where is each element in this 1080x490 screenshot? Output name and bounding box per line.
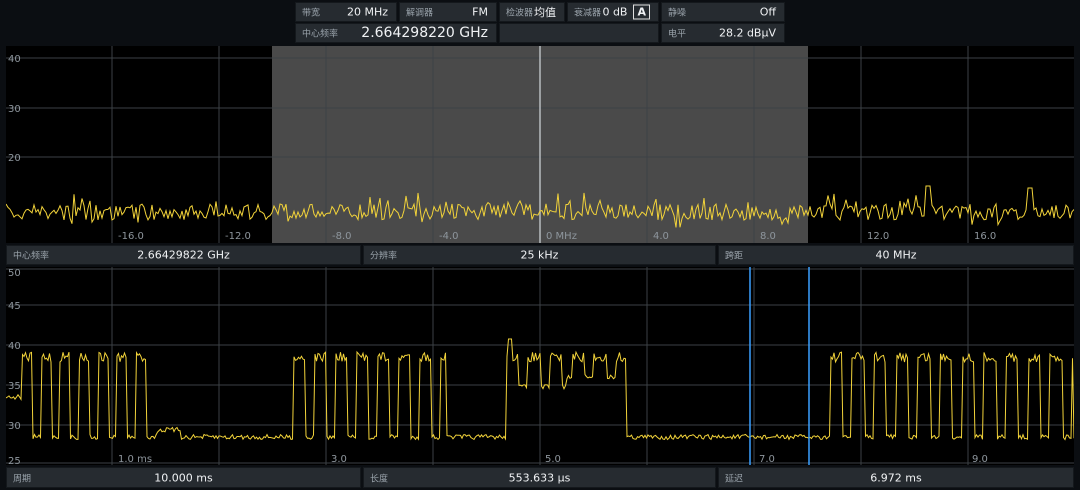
span-cell[interactable]: 跨距 40 MHz	[718, 245, 1074, 265]
detector-label: 检波器	[506, 8, 534, 19]
period-cell[interactable]: 周期 10.000 ms	[6, 467, 361, 488]
spectrum-x-tick-label: -12.0	[225, 231, 251, 242]
attenuator-value: 0 dB A	[602, 4, 650, 20]
timeline-y-tick-label: 35	[8, 381, 21, 392]
delay-cell[interactable]: 延迟 6.972 ms	[718, 467, 1074, 488]
center-freq-cell[interactable]: 中心频率 2.664298220 GHz	[295, 23, 497, 43]
timeline-x-tick-label: 7.0	[759, 454, 775, 465]
mid-center-freq-cell[interactable]: 中心频率 2.66429822 GHz	[6, 245, 361, 265]
timeline-y-tick-label: 25	[8, 456, 21, 465]
period-value: 10.000 ms	[154, 471, 213, 484]
detector-cell[interactable]: 检波器 均值	[499, 2, 565, 22]
span-value: 40 MHz	[875, 248, 917, 262]
level-value: 28.2 dBµV	[718, 26, 776, 40]
timeline-y-tick-label: 30	[8, 421, 21, 432]
center-freq-label: 中心频率	[302, 29, 339, 40]
spectrum-x-tick-label: 0 MHz	[546, 231, 577, 242]
attenuator-cell[interactable]: 衰减器 0 dB A	[567, 2, 659, 22]
center-freq-value: 2.664298220 GHz	[361, 25, 488, 41]
delay-label: 延迟	[725, 474, 744, 484]
spectrum-y-tick-label: 30	[8, 104, 21, 115]
timeline-x-tick-label: 9.0	[972, 454, 988, 465]
rbw-label: 分辨率	[370, 251, 398, 262]
mid-center-freq-value: 2.66429822 GHz	[137, 248, 230, 262]
attenuator-value-text: 0 dB	[602, 5, 628, 19]
demod-label: 解调器	[406, 8, 434, 19]
rbw-cell[interactable]: 分辨率 25 kHz	[363, 245, 716, 265]
span-label: 跨距	[725, 251, 744, 262]
length-cell[interactable]: 长度 553.633 µs	[363, 467, 716, 488]
spectrum-x-tick-label: 12.0	[867, 231, 889, 242]
spectrum-x-tick-labels: -16.0 -12.0 -8.0 -4.0 0 MHz 4.0 8.0 12.0 16.0	[118, 231, 996, 242]
detector-value: 均值	[534, 6, 556, 19]
spectrum-y-tick-labels: 40 30 20	[8, 54, 21, 164]
spectrum-x-tick-label: -16.0	[118, 231, 144, 242]
demod-cell[interactable]: 解调器 FM	[399, 2, 497, 22]
length-value: 553.633 µs	[508, 471, 571, 484]
attenuator-label: 衰减器	[574, 8, 602, 19]
timeline-x-tick-label: 5.0	[545, 454, 561, 465]
spectrum-y-tick-label: 20	[8, 153, 21, 164]
bandwidth-label: 带宽	[302, 8, 321, 19]
delay-value: 6.972 ms	[870, 471, 922, 484]
bandwidth-value: 20 MHz	[346, 5, 388, 19]
level-label: 电平	[668, 29, 687, 40]
timeline-x-tick-label: 1.0 ms	[118, 454, 152, 465]
blank-cell	[499, 23, 659, 43]
spectrum-x-tick-label: 4.0	[653, 231, 669, 242]
mid-center-freq-label: 中心频率	[13, 251, 50, 262]
timeline-x-tick-label: 3.0	[331, 454, 347, 465]
timeline-y-tick-label: 45	[8, 301, 21, 312]
length-label: 长度	[370, 474, 389, 484]
rbw-value: 25 kHz	[520, 248, 559, 262]
squelch-cell[interactable]: 静噪 Off	[661, 2, 785, 22]
bandwidth-cell[interactable]: 带宽 20 MHz	[295, 2, 397, 22]
timeline-y-tick-labels: 50 45 40 35 30 25	[8, 268, 21, 467]
squelch-label: 静噪	[668, 8, 687, 19]
spectrum-svg: 40 30 20 -16.0 -12.0 -8.0 -4.0 0 MHz 4.0 8.0 12.0…	[5, 46, 1075, 243]
level-cell[interactable]: 电平 28.2 dBµV	[661, 23, 785, 43]
period-label: 周期	[13, 474, 32, 484]
timeline-y-tick-label: 40	[8, 341, 21, 352]
timeline-svg: 50 45 40 35 30 25 1.0 ms 3.0 5.0 7.0 9.0	[5, 267, 1075, 467]
auto-attenuation-badge[interactable]: A	[633, 4, 650, 20]
spectrum-x-tick-label: -4.0	[439, 231, 459, 242]
spectrum-x-tick-label: 8.0	[760, 231, 776, 242]
squelch-value: Off	[759, 5, 776, 19]
spectrum-x-tick-label: -8.0	[332, 231, 352, 242]
spectrum-y-tick-label: 40	[8, 54, 21, 65]
demod-value: FM	[472, 5, 488, 19]
spectrum-x-tick-label: 16.0	[974, 231, 996, 242]
timeline-y-tick-label: 50	[8, 268, 21, 279]
spectrum-plot[interactable]: 40 30 20 -16.0 -12.0 -8.0 -4.0 0 MHz 4.0 8.0 12.0…	[5, 46, 1075, 243]
timeline-plot[interactable]: 50 45 40 35 30 25 1.0 ms 3.0 5.0 7.0 9.0	[5, 267, 1075, 467]
